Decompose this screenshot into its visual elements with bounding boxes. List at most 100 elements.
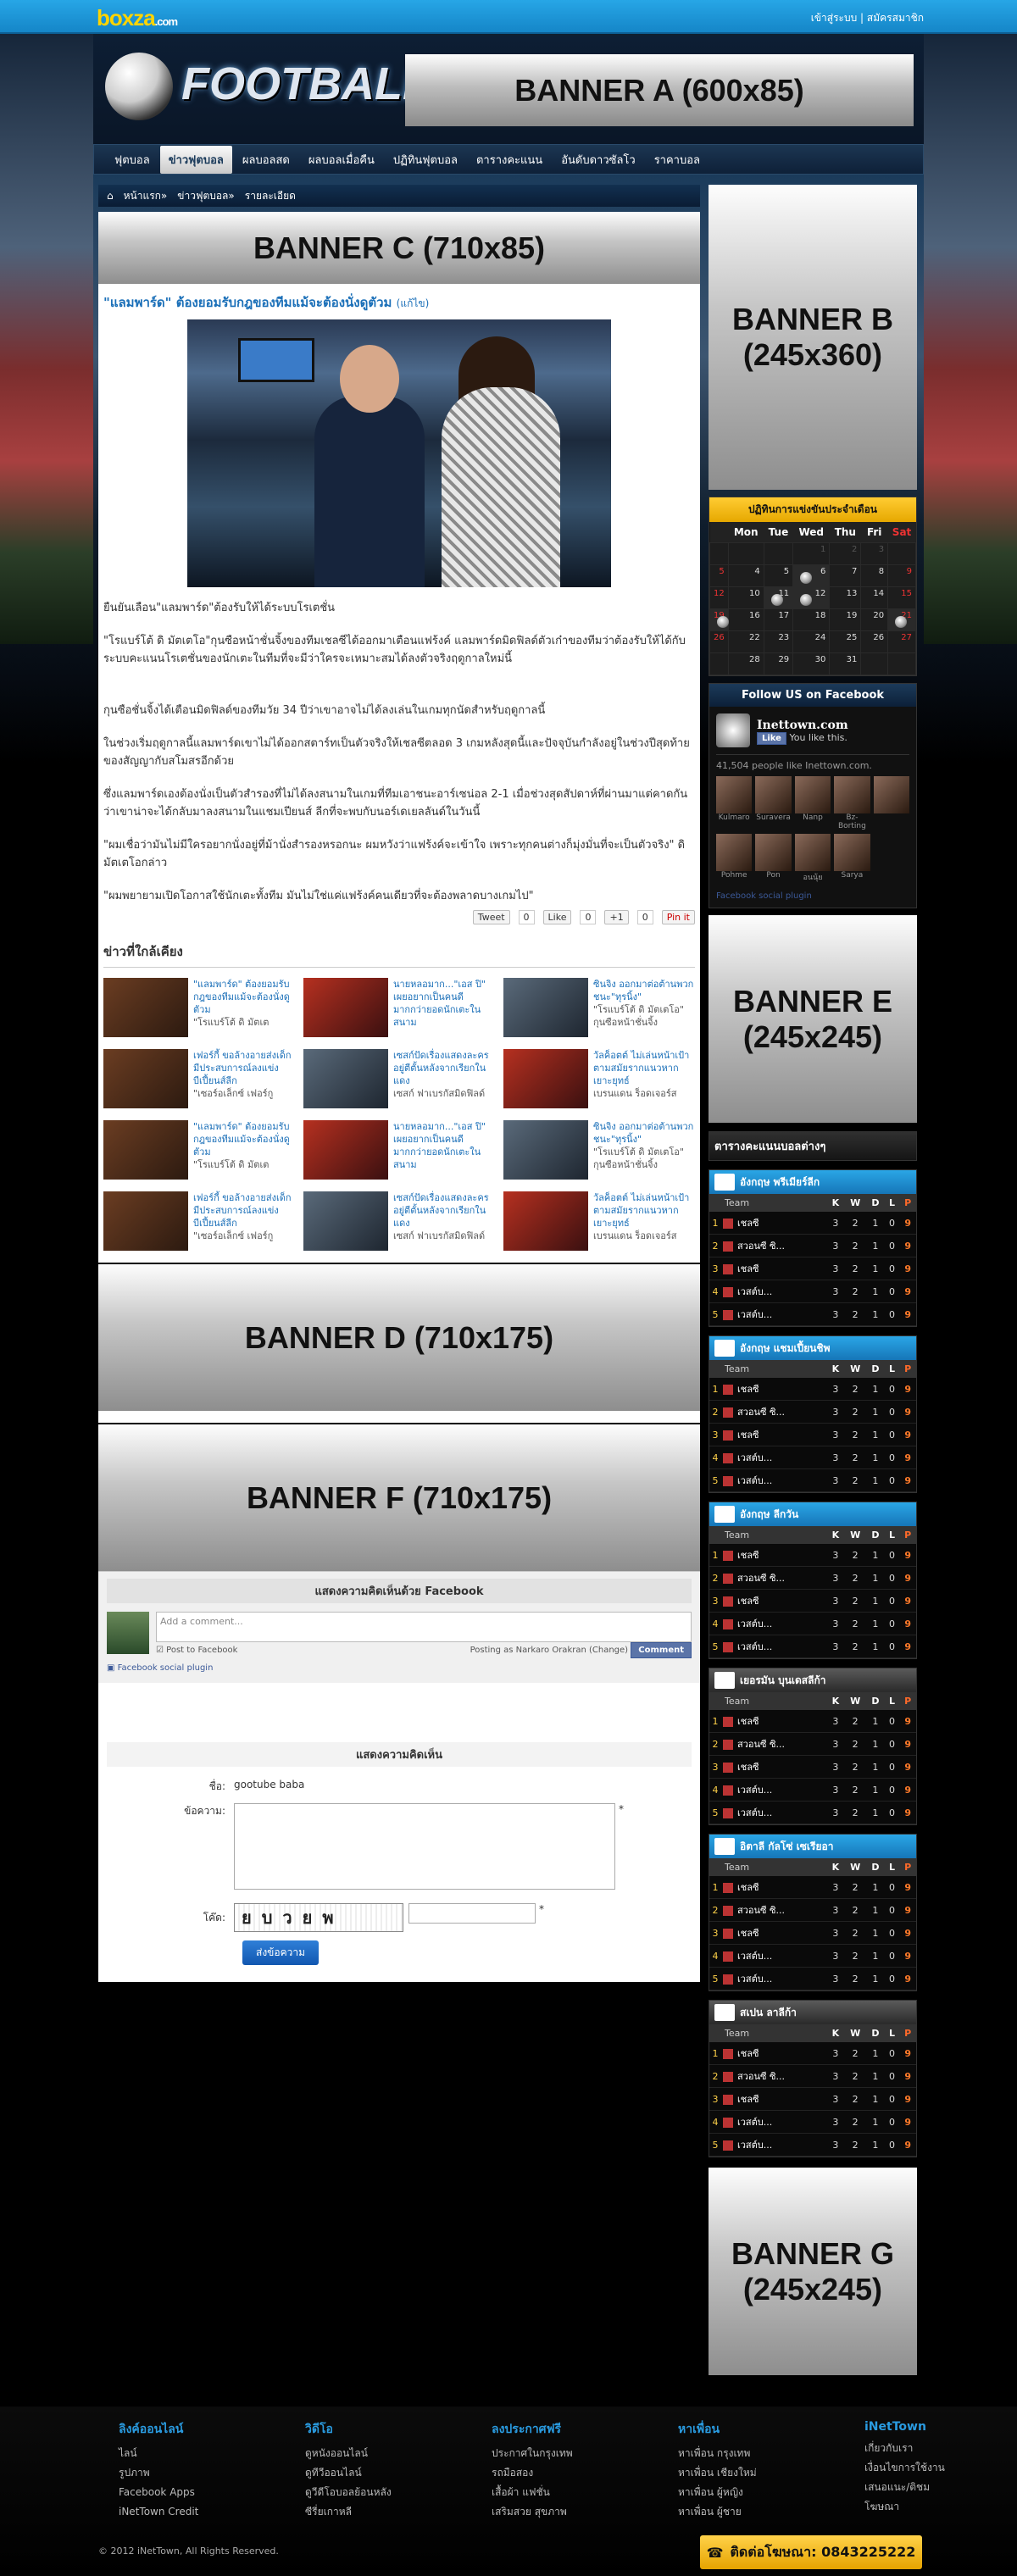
league-header[interactable]: อังกฤษ ลีกวัน — [709, 1502, 916, 1526]
table-row[interactable]: 1 เชลซี 3 2 1 0 9 — [709, 2042, 916, 2065]
footer-link[interactable]: หาเพื่อน ผู้หญิง — [678, 2483, 864, 2502]
footer-link[interactable]: Facebook Apps — [119, 2483, 305, 2502]
table-row[interactable]: 4 เวสต์บ... 3 2 1 0 9 — [709, 1446, 916, 1469]
footer-link[interactable]: หาเพื่อน กรุงเทพ — [678, 2444, 864, 2463]
footer-link[interactable]: เกี่ยวกับเรา — [864, 2439, 1017, 2458]
register-link[interactable]: สมัครสมาชิก — [867, 12, 924, 24]
fan-avatar[interactable] — [834, 776, 870, 813]
league-header[interactable]: สเปน ลาลีก้า — [709, 2001, 916, 2024]
table-row[interactable]: 5 เวสต์บ... 3 2 1 0 9 — [709, 1302, 916, 1326]
submit-comment-button[interactable]: ส่งข้อความ — [242, 1940, 320, 1965]
footer-link[interactable]: ไลน์ — [119, 2444, 305, 2463]
table-row[interactable]: 5 เวสต์บ... 3 2 1 0 9 — [709, 1967, 916, 1990]
table-row[interactable]: 4 เวสต์บ... 3 2 1 0 9 — [709, 1280, 916, 1303]
banner-a[interactable]: BANNER A (600x85) — [405, 54, 914, 126]
table-row[interactable]: 2 สวอนซี ซิ... 3 2 1 0 9 — [709, 1234, 916, 1257]
fb-comment-input[interactable]: Add a comment... — [156, 1612, 692, 1642]
fan-avatar[interactable] — [794, 776, 831, 813]
related-item[interactable]: นายหลอมาก..."เอส ปิ" เผยอยากเป็นคนดีมากก… — [303, 978, 495, 1037]
related-item[interactable]: นายหลอมาก..."เอส ปิ" เผยอยากเป็นคนดีมากก… — [303, 1120, 495, 1180]
table-row[interactable]: 1 เชลซี 3 2 1 0 9 — [709, 1544, 916, 1567]
pinit-button[interactable]: Pin it — [661, 910, 695, 924]
league-header[interactable]: เยอรมัน บุนเดสลีก้า — [709, 1668, 916, 1692]
footer-link[interactable]: ดูวีดีโอบอลย้อนหลัง — [305, 2483, 492, 2502]
related-item[interactable]: วัลค็อตต์ ไม่เล่นหน้าเป้าตามสมัยรากแนวหา… — [503, 1191, 695, 1251]
table-row[interactable]: 3 เชลซี 3 2 1 0 9 — [709, 2087, 916, 2111]
fan-avatar[interactable] — [716, 776, 753, 813]
fan-avatar[interactable] — [873, 776, 909, 813]
table-row[interactable]: 3 เชลซี 3 2 1 0 9 — [709, 1755, 916, 1779]
cal-match-day[interactable]: 6 — [792, 564, 831, 587]
cal-match-day[interactable]: 12 — [792, 586, 831, 609]
tweet-button[interactable]: Tweet — [472, 910, 510, 924]
nav-top-scorers[interactable]: อันดับดาวซัลโว — [553, 146, 644, 174]
table-row[interactable]: 5 เวสต์บ... 3 2 1 0 9 — [709, 1635, 916, 1658]
related-item[interactable]: "แลมพาร์ด" ต้องยอมรับกฎของทีมแม้จะต้องนั… — [103, 978, 295, 1037]
nav-live-scores[interactable]: ผลบอลสด — [234, 146, 298, 174]
table-row[interactable]: 4 เวสต์บ... 3 2 1 0 9 — [709, 2110, 916, 2134]
fb-social-plugin-link[interactable]: Facebook social plugin — [716, 891, 909, 901]
fan-avatar[interactable] — [716, 834, 753, 871]
table-row[interactable]: 4 เวสต์บ... 3 2 1 0 9 — [709, 1612, 916, 1635]
related-item[interactable]: เซสก์ปัดเรื่องแสดงละครอยู่ตีตั้นหลังจากเ… — [303, 1191, 495, 1251]
footer-heading[interactable]: ลิงค์ออนไลน์ — [119, 2420, 305, 2439]
banner-b[interactable]: BANNER B (245x360) — [709, 185, 917, 490]
site-logo[interactable]: boxza.com — [97, 5, 178, 31]
post-to-facebook-checkbox[interactable]: ☑ Post to Facebook — [156, 1646, 237, 1655]
banner-g[interactable]: BANNER G (245x245) — [709, 2168, 917, 2375]
table-row[interactable]: 5 เวสต์บ... 3 2 1 0 9 — [709, 1801, 916, 1824]
related-item[interactable]: เฟอร์กี้ ขอล้างอายส่งเด็กมีประสบการณ์ลงแ… — [103, 1191, 295, 1251]
footer-link[interactable]: iNetTown Credit — [119, 2502, 305, 2522]
nav-odds[interactable]: ราคาบอล — [646, 146, 709, 174]
footer-link[interactable]: ดูทีวีออนไลน์ — [305, 2463, 492, 2483]
league-header[interactable]: อังกฤษ พรีเมียร์ลีก — [709, 1170, 916, 1194]
plusone-button[interactable]: +1 — [604, 910, 629, 924]
login-link[interactable]: เข้าสู่ระบบ — [811, 12, 858, 24]
table-row[interactable]: 1 เชลซี 3 2 1 0 9 — [709, 1710, 916, 1733]
nav-last-night-results[interactable]: ผลบอลเมื่อคืน — [300, 146, 383, 174]
fan-avatar[interactable] — [755, 776, 792, 813]
footer-link[interactable]: ดูหนังออนไลน์ — [305, 2444, 492, 2463]
banner-e[interactable]: BANNER E (245x245) — [709, 915, 917, 1123]
footer-link[interactable]: รูปภาพ — [119, 2463, 305, 2483]
fb-like-button[interactable]: Like — [757, 731, 786, 745]
fb-social-plugin-link[interactable]: ▣ Facebook social plugin — [107, 1663, 692, 1673]
banner-c[interactable]: BANNER C (710x85) — [98, 212, 700, 284]
banner-d[interactable]: BANNER D (710x175) — [98, 1263, 700, 1411]
table-row[interactable]: 3 เชลซี 3 2 1 0 9 — [709, 1423, 916, 1446]
table-row[interactable]: 2 สวอนซี ซิ... 3 2 1 0 9 — [709, 1566, 916, 1590]
footer-heading[interactable]: หาเพื่อน — [678, 2420, 864, 2439]
league-header[interactable]: อังกฤษ แชมเปี้ยนชิพ — [709, 1336, 916, 1360]
captcha-input[interactable] — [408, 1903, 536, 1924]
home-icon[interactable]: ⌂ — [107, 190, 114, 202]
table-row[interactable]: 3 เชลซี 3 2 1 0 9 — [709, 1257, 916, 1280]
table-row[interactable]: 4 เวสต์บ... 3 2 1 0 9 — [709, 1778, 916, 1802]
table-row[interactable]: 5 เวสต์บ... 3 2 1 0 9 — [709, 1468, 916, 1492]
table-row[interactable]: 2 สวอนซี ซิ... 3 2 1 0 9 — [709, 1732, 916, 1756]
footer-link[interactable]: เงื่อนไขการใช้งาน — [864, 2458, 1017, 2478]
fb-page-name[interactable]: Inettown.com — [757, 719, 848, 732]
fan-avatar[interactable] — [755, 834, 792, 871]
footer-link[interactable]: หาเพื่อน ผู้ชาย — [678, 2502, 864, 2522]
footer-link[interactable]: เสริมสวย สุขภาพ — [492, 2502, 678, 2522]
advertise-phone[interactable]: ☎ ติดต่อโฆษณา: 0843225222 — [700, 2535, 922, 2569]
breadcrumb-section[interactable]: ข่าวฟุตบอล — [177, 188, 228, 204]
nav-standings[interactable]: ตารางคะแนน — [468, 146, 551, 174]
footer-heading[interactable]: iNetTown — [864, 2420, 1017, 2434]
league-header[interactable]: อิตาลี กัลโซ่ เซเรียอา — [709, 1835, 916, 1858]
footer-link[interactable]: เสื้อผ้า แฟชั่น — [492, 2483, 678, 2502]
table-row[interactable]: 1 เชลซี 3 2 1 0 9 — [709, 1378, 916, 1401]
related-item[interactable]: ซินจิง ออกมาต่อต้านพวกชนะ"ทุรนิ้ง" "โรแบร… — [503, 1120, 695, 1180]
footer-link[interactable]: ซีรี่ยเกาหลี — [305, 2502, 492, 2522]
cal-match-day[interactable]: 11 — [763, 586, 794, 609]
table-row[interactable]: 2 สวอนซี ซิ... 3 2 1 0 9 — [709, 1898, 916, 1922]
breadcrumb-home[interactable]: หน้าแรก — [124, 188, 161, 204]
footer-link[interactable]: โฆษณา — [864, 2497, 1017, 2517]
footer-heading[interactable]: ลงประกาศฟรี — [492, 2420, 678, 2439]
footer-link[interactable]: รถมือสอง — [492, 2463, 678, 2483]
message-textarea[interactable] — [234, 1803, 615, 1890]
table-row[interactable]: 4 เวสต์บ... 3 2 1 0 9 — [709, 1944, 916, 1968]
fan-avatar[interactable] — [834, 834, 870, 871]
footer-link[interactable]: หาเพื่อน เชียงใหม่ — [678, 2463, 864, 2483]
footer-link[interactable]: เสนอแนะ/ติชม — [864, 2478, 1017, 2497]
